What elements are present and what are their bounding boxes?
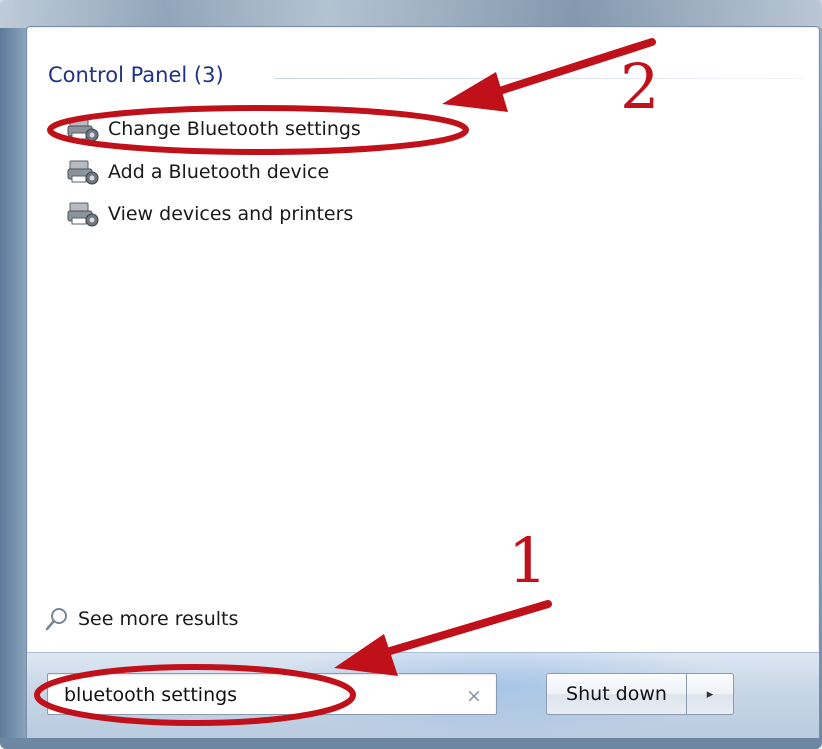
group-header-label: Control Panel (3) [48,63,224,87]
shutdown-control: Shut down ▸ [546,673,736,715]
search-input-value: bluetooth settings [64,684,238,706]
see-more-label: See more results [78,608,239,630]
callout-number-1: 1 [508,524,548,597]
result-label: View devices and printers [108,203,354,225]
devices-printers-icon [66,158,100,186]
see-more-results-link[interactable]: See more results [44,604,238,634]
frame-left-rail [0,28,27,738]
shut-down-button[interactable]: Shut down [546,673,686,715]
frame-top-shade [0,0,822,28]
devices-printers-icon [66,200,100,228]
devices-printers-icon [66,115,100,143]
clear-search-icon[interactable]: × [460,682,488,710]
result-add-bluetooth-device[interactable]: Add a Bluetooth device [66,156,329,188]
callout-number-2: 2 [620,50,660,123]
shutdown-options-arrow-icon[interactable]: ▸ [686,673,734,715]
group-divider [274,78,804,79]
result-label: Change Bluetooth settings [108,118,361,140]
search-icon [44,606,70,632]
result-change-bluetooth-settings[interactable]: Change Bluetooth settings [66,113,361,145]
result-view-devices-and-printers[interactable]: View devices and printers [66,198,353,230]
result-label: Add a Bluetooth device [108,161,330,183]
control-panel-group-header[interactable]: Control Panel (3) [48,60,224,90]
